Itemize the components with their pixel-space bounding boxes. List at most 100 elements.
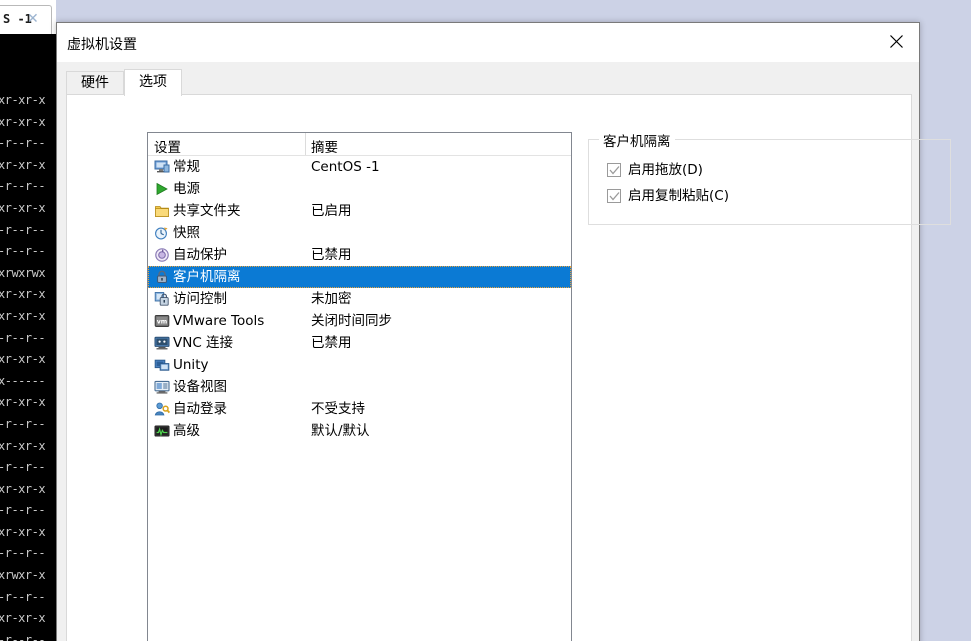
terminal-line: -r--r-- [0, 589, 46, 604]
dialog-title: 虚拟机设置 [67, 37, 137, 53]
checkbox-row-drag-drop[interactable]: 启用拖放(D) [607, 162, 703, 178]
terminal-line: -r--r-- [0, 503, 46, 518]
settings-row-label: 常规 [173, 159, 200, 175]
dialog-titlebar: 虚拟机设置 [57, 23, 919, 62]
settings-row-label: Unity [173, 357, 209, 373]
terminal-line: xr-xr-x [0, 200, 46, 215]
terminal-tab[interactable]: S -1 ✕ [0, 5, 52, 34]
terminal-line: xrwxr-x [0, 568, 46, 583]
svg-text:vm: vm [157, 318, 167, 325]
terminal-line: xr-xr-x [0, 524, 46, 539]
access-control-icon [154, 291, 170, 307]
guest-isolation-title: 客户机隔离 [599, 130, 675, 150]
terminal-line: xr-xr-x [0, 157, 46, 172]
settings-row-summary: 已禁用 [311, 335, 352, 351]
device-view-icon [154, 379, 170, 395]
terminal-line: xrwxrwx [0, 265, 46, 280]
terminal-output: xr-xr-x xr-xr-x -r--r-- xr-xr-x -r--r-- xr-xr… [0, 34, 56, 641]
terminal-line: -r--r-- [0, 546, 46, 561]
autologin-icon [154, 401, 171, 417]
terminal-line: xr-xr-x [0, 114, 46, 129]
tab-options[interactable]: 选项 [124, 69, 182, 96]
terminal-line: xr-xr-x [0, 93, 46, 107]
close-icon[interactable] [873, 23, 919, 60]
settings-list-row[interactable]: 自动登录 不受支持 [148, 398, 571, 420]
folder-icon [154, 203, 170, 219]
settings-list-row[interactable]: 客户机隔离 [148, 266, 571, 288]
settings-row-summary: 已启用 [311, 203, 352, 219]
settings-row-summary: 不受支持 [311, 401, 365, 417]
settings-row-label: 自动保护 [173, 247, 227, 263]
settings-row-label: 共享文件夹 [173, 203, 241, 219]
settings-list-row[interactable]: vm VMware Tools 关闭时间同步 [148, 310, 571, 332]
play-icon [154, 181, 170, 197]
settings-list-row[interactable]: 快照 [148, 222, 571, 244]
close-icon[interactable]: ✕ [27, 11, 39, 28]
lock-icon [154, 269, 170, 285]
monitor-icon [154, 159, 170, 175]
settings-row-label: 自动登录 [173, 401, 227, 417]
settings-row-label: 电源 [173, 181, 200, 197]
terminal-line: -r--r-- [0, 244, 46, 259]
settings-row-label: 设备视图 [173, 379, 227, 395]
settings-row-label: 客户机隔离 [173, 269, 241, 285]
terminal-tabstrip: S -1 ✕ [0, 0, 56, 34]
settings-list-row[interactable]: 共享文件夹 已启用 [148, 200, 571, 222]
terminal-line: xr-xr-x [0, 308, 46, 323]
terminal-line: -r--r-- [0, 632, 46, 641]
settings-list-row[interactable]: 设备视图 [148, 376, 571, 398]
settings-list-row[interactable]: 访问控制 未加密 [148, 288, 571, 310]
terminal-line: -r--r-- [0, 179, 46, 194]
background-terminal-window: S -1 ✕ xr-xr-x xr-xr-x -r--r-- xr-xr-x -r--r… [0, 0, 56, 641]
terminal-line: xr-xr-x [0, 352, 46, 367]
terminal-line: x------ [0, 373, 46, 388]
settings-row-label: 访问控制 [173, 291, 227, 307]
tab-hardware[interactable]: 硬件 [66, 71, 124, 95]
checkbox-label-copy-paste: 启用复制粘贴(C) [628, 188, 729, 204]
settings-list-row[interactable]: 电源 [148, 178, 571, 200]
terminal-line: -r--r-- [0, 416, 46, 431]
vm-settings-dialog: 虚拟机设置 硬件 选项 设置 摘要 常规 CentOS -1 电源 共享文件夹 已启用快 [56, 22, 951, 641]
terminal-line: -r--r-- [0, 222, 46, 237]
column-divider [305, 133, 306, 155]
settings-tabstrip: 硬件 选项 [66, 69, 912, 96]
terminal-line: -r--r-- [0, 136, 46, 151]
terminal-line: xr-xr-x [0, 395, 46, 410]
settings-list-row[interactable]: VNC 连接 已禁用 [148, 332, 571, 354]
settings-list-header: 设置 摘要 [148, 133, 571, 156]
vmware-tools-icon: vm [154, 313, 170, 329]
terminal-line: xr-xr-x [0, 611, 46, 626]
terminal-line: xr-xr-x [0, 481, 46, 496]
column-header-summary: 摘要 [311, 140, 338, 156]
checkbox-enable-drag-drop[interactable] [607, 163, 621, 177]
settings-list-row[interactable]: 常规 CentOS -1 [148, 156, 571, 178]
checkbox-enable-copy-paste[interactable] [607, 189, 621, 203]
options-tab-panel: 设置 摘要 常规 CentOS -1 电源 共享文件夹 已启用 快照 自动保护 已禁用 客户机隔… [66, 94, 951, 641]
settings-row-label: VNC 连接 [173, 335, 234, 351]
screen: S -1 ✕ xr-xr-x xr-xr-x -r--r-- xr-xr-x -r--r… [0, 0, 971, 641]
settings-row-label: 高级 [173, 423, 200, 439]
settings-row-label: VMware Tools [173, 313, 265, 329]
settings-row-label: 快照 [173, 225, 200, 241]
settings-list-rows: 常规 CentOS -1 电源 共享文件夹 已启用 快照 自动保护 已禁用 客户机隔离 访问控制未… [148, 156, 571, 442]
settings-row-summary: 已禁用 [311, 247, 352, 263]
vnc-icon [154, 335, 170, 351]
settings-row-summary: CentOS -1 [311, 159, 380, 175]
checkbox-row-copy-paste[interactable]: 启用复制粘贴(C) [607, 188, 729, 204]
settings-list-row[interactable]: Unity [148, 354, 571, 376]
settings-list-row[interactable]: 高级 默认/默认 [148, 420, 571, 442]
guest-isolation-groupbox: 客户机隔离 启用拖放(D) 启用复制粘贴(C) [588, 130, 951, 225]
settings-list[interactable]: 设置 摘要 常规 CentOS -1 电源 共享文件夹 已启用 快照 自动保护 已禁用 客户机隔… [147, 132, 572, 641]
unity-icon [154, 357, 170, 373]
settings-row-summary: 关闭时间同步 [311, 313, 392, 329]
advanced-icon [154, 423, 170, 439]
settings-list-row[interactable]: 自动保护 已禁用 [148, 244, 571, 266]
snapshot-icon [154, 225, 170, 241]
terminal-line: xr-xr-x [0, 287, 46, 302]
autoprotect-icon [154, 247, 170, 263]
column-header-settings: 设置 [154, 140, 181, 156]
checkbox-label-drag-drop: 启用拖放(D) [628, 162, 703, 178]
terminal-line: xr-xr-x [0, 438, 46, 453]
settings-row-summary: 未加密 [311, 291, 352, 307]
terminal-line: -r--r-- [0, 330, 46, 345]
